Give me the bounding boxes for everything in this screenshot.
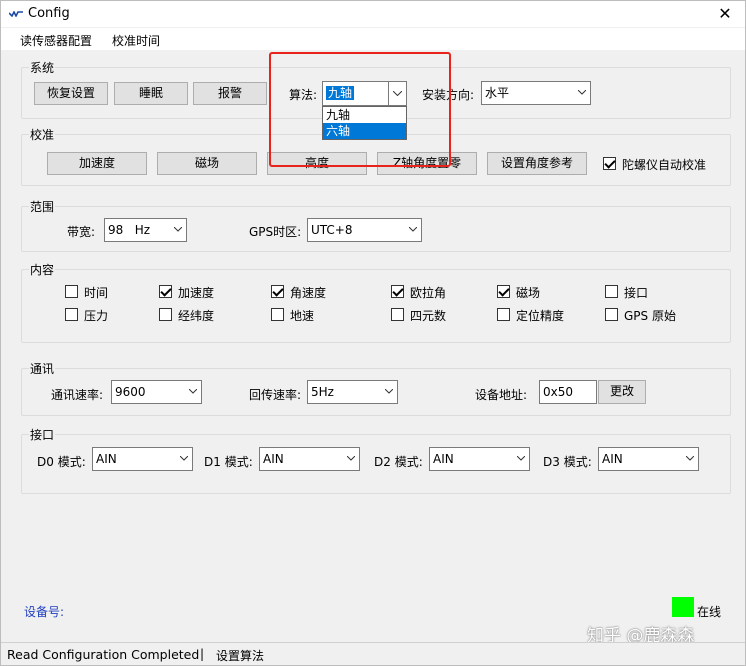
content-port-label: 接口 <box>624 286 649 300</box>
content-latlon-label: 经纬度 <box>178 309 215 323</box>
menu-read-sensor-config[interactable]: 读传感器配置 <box>20 32 92 49</box>
d0-mode-label: D0 模式: <box>37 455 86 469</box>
content-euler-checkbox[interactable] <box>391 285 404 298</box>
content-euler-label: 欧拉角 <box>410 286 447 300</box>
sleep-button[interactable]: 睡眠 <box>114 82 188 105</box>
d3-mode-label: D3 模式: <box>543 455 592 469</box>
content-group-label: 内容 <box>29 261 56 278</box>
gyro-auto-calibrate-checkbox[interactable] <box>603 157 616 170</box>
content-accuracy-checkbox[interactable] <box>497 308 510 321</box>
ports-group-label: 接口 <box>29 426 56 443</box>
status-message: Read Configuration Completed <box>7 647 200 662</box>
app-icon <box>9 11 23 17</box>
calibration-group-label: 校准 <box>29 126 56 143</box>
chevron-down-icon <box>347 456 355 461</box>
content-group <box>21 269 731 343</box>
content-port-checkbox[interactable] <box>605 285 618 298</box>
content-angular-velocity-checkbox[interactable] <box>271 285 284 298</box>
content-quaternion-label: 四元数 <box>410 309 447 323</box>
content-time-label: 时间 <box>84 286 109 300</box>
return-rate-label: 回传速率: <box>249 388 302 402</box>
device-address-label: 设备地址: <box>475 388 528 402</box>
gps-timezone-value: UTC+8 <box>311 223 353 237</box>
content-ground-speed-label: 地速 <box>290 309 315 323</box>
device-address-input[interactable]: 0x50 <box>539 380 597 404</box>
content-ground-speed-checkbox[interactable] <box>271 308 284 321</box>
bandwidth-select[interactable]: 98 Hz <box>104 218 187 242</box>
change-address-button[interactable]: 更改 <box>598 380 646 404</box>
comm-group-label: 通讯 <box>29 360 56 377</box>
baud-rate-value: 9600 <box>115 385 146 399</box>
d2-mode-value: AIN <box>433 452 454 466</box>
baud-rate-select[interactable]: 9600 <box>111 380 202 404</box>
status-separator: | <box>200 647 205 661</box>
online-indicator <box>672 597 694 617</box>
menu-bar: 读传感器配置 校准时间 <box>1 28 745 50</box>
d1-mode-select[interactable]: AIN <box>259 447 360 471</box>
chevron-down-icon <box>409 227 417 232</box>
content-time-checkbox[interactable] <box>65 285 78 298</box>
chevron-down-icon <box>189 389 197 394</box>
content-mag-label: 磁场 <box>516 286 541 300</box>
window-title: Config <box>28 6 70 21</box>
calibrate-mag-button[interactable]: 磁场 <box>157 152 257 175</box>
d3-mode-value: AIN <box>602 452 623 466</box>
annotation-highlight-box <box>269 52 451 167</box>
chevron-down-icon <box>385 389 393 394</box>
content-quaternion-checkbox[interactable] <box>391 308 404 321</box>
online-label: 在线 <box>697 605 722 619</box>
content-gps-raw-label: GPS 原始 <box>624 309 676 323</box>
return-rate-select[interactable]: 5Hz <box>307 380 398 404</box>
system-group-label: 系统 <box>29 59 56 76</box>
status-action: 设置算法 <box>216 649 265 663</box>
d0-mode-select[interactable]: AIN <box>92 447 193 471</box>
install-direction-value: 水平 <box>485 86 510 100</box>
d1-mode-value: AIN <box>263 452 284 466</box>
chevron-down-icon <box>686 456 694 461</box>
content-angular-velocity-label: 角速度 <box>290 286 327 300</box>
d0-mode-value: AIN <box>96 452 117 466</box>
calibrate-accel-button[interactable]: 加速度 <box>47 152 147 175</box>
chevron-down-icon <box>517 456 525 461</box>
chevron-down-icon <box>174 227 182 232</box>
content-accel-label: 加速度 <box>178 286 215 300</box>
device-number-label: 设备号: <box>24 605 65 619</box>
alarm-button[interactable]: 报警 <box>193 82 267 105</box>
d2-mode-label: D2 模式: <box>374 455 423 469</box>
chevron-down-icon <box>578 90 586 95</box>
status-bar: Read Configuration Completed | 设置算法 <box>1 642 745 665</box>
menu-calibrate-time[interactable]: 校准时间 <box>112 32 160 49</box>
close-icon[interactable]: ✕ <box>705 1 745 27</box>
chevron-down-icon <box>180 456 188 461</box>
content-pressure-label: 压力 <box>84 309 109 323</box>
config-window: Config ✕ 读传感器配置 校准时间 系统 恢复设置 睡眠 报警 算法: 九… <box>0 0 746 666</box>
content-gps-raw-checkbox[interactable] <box>605 308 618 321</box>
set-angle-reference-button[interactable]: 设置角度参考 <box>487 152 587 175</box>
content-latlon-checkbox[interactable] <box>159 308 172 321</box>
content-accuracy-label: 定位精度 <box>516 309 565 323</box>
gps-timezone-select[interactable]: UTC+8 <box>307 218 422 242</box>
content-mag-checkbox[interactable] <box>497 285 510 298</box>
gps-timezone-label: GPS时区: <box>249 225 302 239</box>
baud-rate-label: 通讯速率: <box>51 388 104 402</box>
return-rate-value: 5Hz <box>311 385 334 399</box>
bandwidth-label: 带宽: <box>67 225 96 239</box>
d1-mode-label: D1 模式: <box>204 455 253 469</box>
gyro-auto-calibrate-label: 陀螺仪自动校准 <box>622 158 707 172</box>
title-bar: Config ✕ <box>1 1 745 27</box>
bandwidth-value: 98 Hz <box>108 223 151 237</box>
d3-mode-select[interactable]: AIN <box>598 447 699 471</box>
d2-mode-select[interactable]: AIN <box>429 447 530 471</box>
restore-settings-button[interactable]: 恢复设置 <box>34 82 108 105</box>
content-pressure-checkbox[interactable] <box>65 308 78 321</box>
content-accel-checkbox[interactable] <box>159 285 172 298</box>
range-group-label: 范围 <box>29 198 56 215</box>
install-direction-select[interactable]: 水平 <box>481 81 591 105</box>
